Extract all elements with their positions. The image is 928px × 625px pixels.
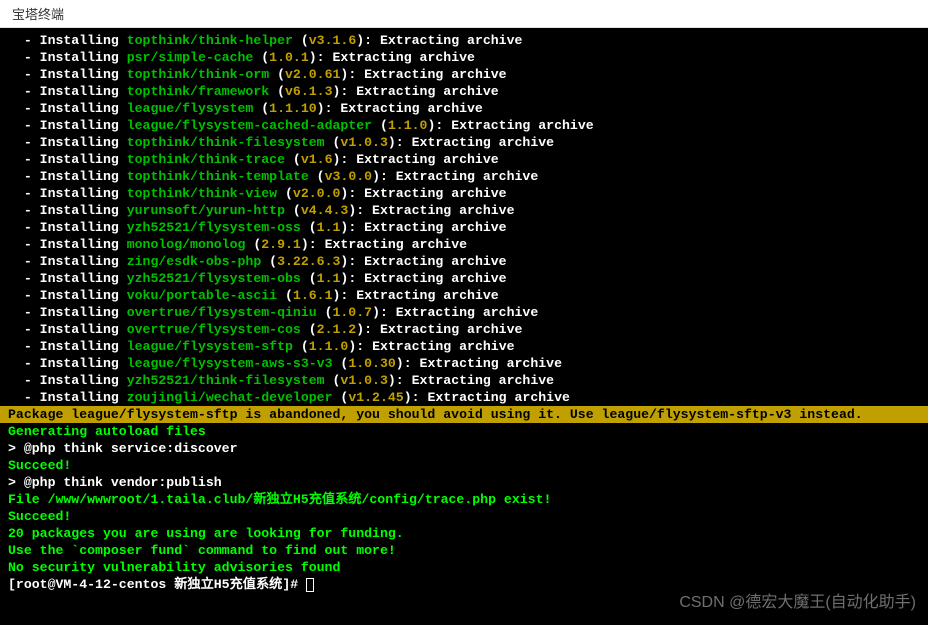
cmd-line: > @php think service:discover <box>8 440 920 457</box>
terminal-area[interactable]: - Installing topthink/think-helper (v3.1… <box>0 28 928 625</box>
watermark-text: CSDN @德宏大魔王(自动化助手) <box>679 594 916 611</box>
window-title-bar: 宝塔终端 <box>0 0 928 28</box>
install-line: - Installing overtrue/flysystem-cos (2.1… <box>8 321 920 338</box>
install-line: - Installing topthink/think-orm (v2.0.61… <box>8 66 920 83</box>
install-line: - Installing yzh52521/flysystem-oss (1.1… <box>8 219 920 236</box>
install-line: - Installing zing/esdk-obs-php (3.22.6.3… <box>8 253 920 270</box>
install-line: - Installing psr/simple-cache (1.0.1): E… <box>8 49 920 66</box>
install-line: - Installing topthink/think-trace (v1.6)… <box>8 151 920 168</box>
terminal-output: - Installing topthink/think-helper (v3.1… <box>8 32 920 593</box>
install-line: - Installing league/flysystem (1.1.10): … <box>8 100 920 117</box>
autoload-line: Generating autoload files <box>8 423 920 440</box>
install-line: - Installing topthink/framework (v6.1.3)… <box>8 83 920 100</box>
install-line: - Installing overtrue/flysystem-qiniu (1… <box>8 304 920 321</box>
install-line: - Installing league/flysystem-aws-s3-v3 … <box>8 355 920 372</box>
cmd-line: > @php think vendor:publish <box>8 474 920 491</box>
install-line: - Installing yzh52521/think-filesystem (… <box>8 372 920 389</box>
succeed-line: Succeed! <box>8 457 920 474</box>
cursor-icon <box>306 578 314 592</box>
install-line: - Installing topthink/think-template (v3… <box>8 168 920 185</box>
succeed-line: Succeed! <box>8 508 920 525</box>
install-line: - Installing topthink/think-helper (v3.1… <box>8 32 920 49</box>
install-line: - Installing yurunsoft/yurun-http (v4.4.… <box>8 202 920 219</box>
shell-prompt[interactable]: [root@VM-4-12-centos 新独立H5充值系统]# <box>8 576 920 593</box>
fund-cmd-line: Use the `composer fund` command to find … <box>8 542 920 559</box>
install-line: - Installing league/flysystem-sftp (1.1.… <box>8 338 920 355</box>
install-line: - Installing yzh52521/flysystem-obs (1.1… <box>8 270 920 287</box>
window-title: 宝塔终端 <box>12 7 64 22</box>
install-line: - Installing topthink/think-view (v2.0.0… <box>8 185 920 202</box>
install-line: - Installing topthink/think-filesystem (… <box>8 134 920 151</box>
file-exist-line: File /www/wwwroot/1.taila.club/新独立H5充值系统… <box>8 491 920 508</box>
funding-line: 20 packages you are using are looking fo… <box>8 525 920 542</box>
no-vuln-line: No security vulnerability advisories fou… <box>8 559 920 576</box>
install-line: - Installing voku/portable-ascii (1.6.1)… <box>8 287 920 304</box>
install-line: - Installing zoujingli/wechat-developer … <box>8 389 920 406</box>
install-line: - Installing monolog/monolog (2.9.1): Ex… <box>8 236 920 253</box>
abandoned-warning: Package league/flysystem-sftp is abandon… <box>0 406 928 423</box>
install-line: - Installing league/flysystem-cached-ada… <box>8 117 920 134</box>
